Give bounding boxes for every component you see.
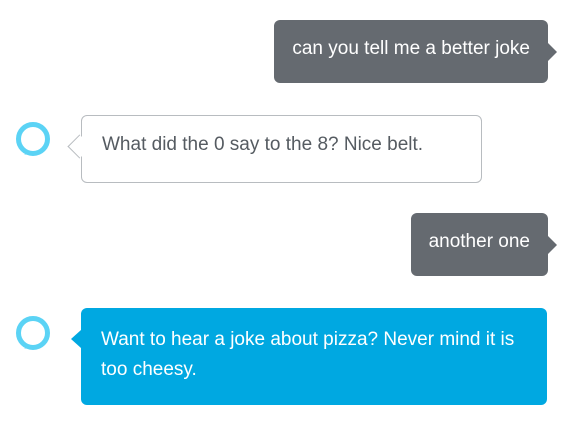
alexa-message-text: Want to hear a joke about pizza? Never m…: [101, 329, 515, 380]
alexa-logo-icon: [16, 316, 50, 350]
alexa-message-bubble: Want to hear a joke about pizza? Never m…: [71, 308, 547, 405]
user-message-bubble: can you tell me a better joke: [274, 20, 557, 83]
user-message-bubble: another one: [410, 213, 558, 276]
user-message-text: can you tell me a better joke: [292, 38, 530, 59]
alexa-message-text: What did the 0 say to the 8? Nice belt.: [102, 134, 424, 155]
user-message-text: another one: [428, 231, 530, 252]
alexa-message-bubble: What did the 0 say to the 8? Nice belt.: [81, 115, 482, 183]
alexa-logo-icon: [16, 122, 50, 156]
chat-transcript: can you tell me a better joke What did t…: [0, 0, 581, 434]
